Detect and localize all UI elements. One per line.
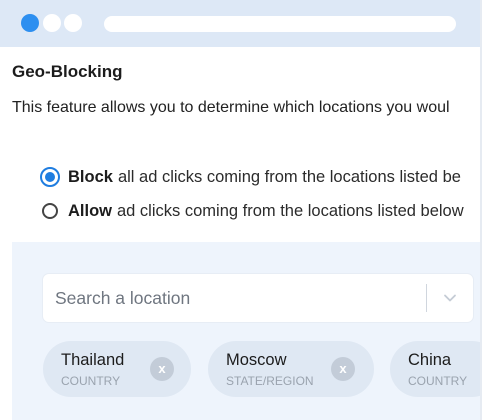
search-divider	[426, 284, 427, 312]
location-search-input[interactable]: Search a location	[43, 274, 473, 322]
window-dot[interactable]	[64, 14, 82, 32]
location-chip: China COUNTRY	[390, 341, 482, 397]
app-window: Geo-Blocking This feature allows you to …	[0, 0, 482, 420]
block-radio[interactable]	[40, 167, 60, 187]
window-titlebar	[0, 0, 482, 47]
chevron-down-icon[interactable]	[443, 291, 457, 305]
block-option-bold: Block	[68, 167, 113, 186]
allow-option-bold: Allow	[68, 201, 112, 220]
page-title: Geo-Blocking	[12, 62, 123, 81]
chip-location-type: COUNTRY	[61, 374, 121, 388]
chip-location-type: STATE/REGION	[226, 374, 314, 388]
window-dot[interactable]	[43, 14, 61, 32]
block-option[interactable]: Block all ad clicks coming from the loca…	[40, 166, 461, 188]
remove-location-button[interactable]: x	[331, 357, 355, 381]
address-bar[interactable]	[104, 16, 456, 32]
search-placeholder: Search a location	[55, 288, 191, 308]
chip-location-type: COUNTRY	[408, 374, 468, 388]
chip-location-name: Thailand	[61, 351, 125, 369]
chip-location-name: China	[408, 351, 452, 369]
allow-option-text: ad clicks coming from the locations list…	[117, 201, 464, 220]
remove-location-button[interactable]: x	[150, 357, 174, 381]
allow-option[interactable]: Allow ad clicks coming from the location…	[42, 200, 464, 222]
feature-description: This feature allows you to determine whi…	[12, 99, 450, 116]
chip-location-name: Moscow	[226, 351, 287, 369]
allow-radio[interactable]	[42, 203, 58, 219]
window-dot-active[interactable]	[21, 14, 39, 32]
location-chip: Thailand COUNTRY x	[43, 341, 191, 397]
location-chip: Moscow STATE/REGION x	[208, 341, 374, 397]
block-option-text: all ad clicks coming from the locations …	[117, 167, 461, 186]
